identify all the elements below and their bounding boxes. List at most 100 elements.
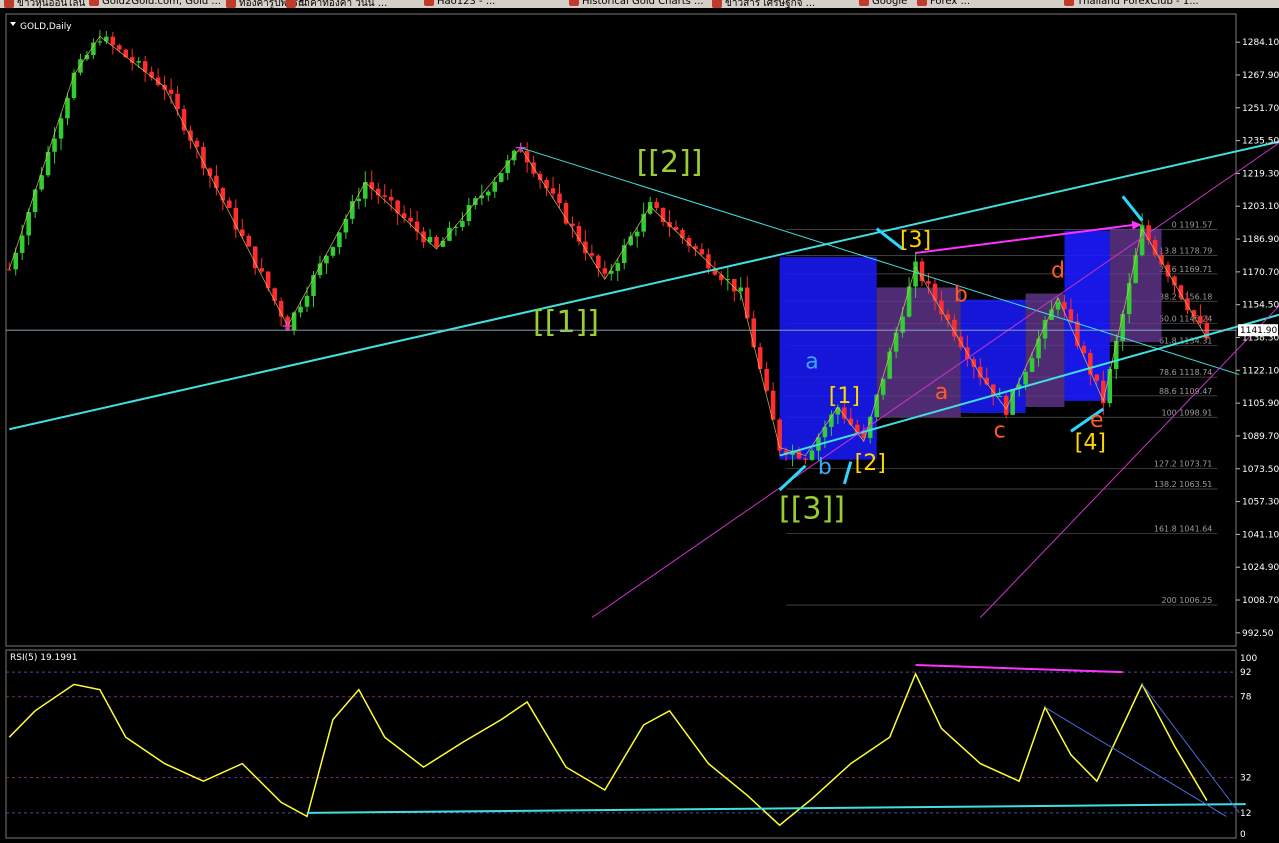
y-tick-label: 1154.50 [1242,301,1279,311]
y-tick-label: 1219.30 [1242,169,1279,179]
candle-body [906,286,912,317]
candle-body [246,235,252,247]
cyan-arrow-icon [1121,195,1144,222]
candle-body [460,221,465,227]
rsi-level-label: 12 [1240,809,1251,819]
y-tick-label: 1089.70 [1242,432,1279,442]
candle-body [58,118,64,139]
wave-label: [3] [900,228,931,253]
candle-body [719,274,724,280]
rsi-level-label: 0 [1240,830,1246,840]
candle-body [32,189,38,212]
wave-label: e [1090,408,1104,433]
candle-body [634,231,640,237]
candle-body [537,173,543,180]
candle-body [414,221,420,232]
candle-body [52,138,57,152]
wave-label: [[2]] [637,145,703,180]
fib-level-label: 161.8 1041.64 [1154,524,1213,533]
candle-body [233,207,239,230]
candle-body [602,268,608,274]
candle-body [1023,371,1028,385]
candle-body [252,246,258,269]
wave-label: [[1]] [533,305,599,340]
candle-body [764,368,769,391]
candle-body [1055,302,1061,310]
candle-body [220,188,226,201]
rsi-divergence-arrow [915,664,1123,674]
candle-body [272,288,277,301]
wave-label: b [954,283,968,308]
y-tick-label: 1073.50 [1242,465,1279,475]
price-chart[interactable]: 0 1191.5713.8 1178.7923.6 1169.7138.2 11… [0,0,1279,843]
candle-body [175,93,180,110]
candle-body [136,61,141,63]
fib-level-label: 200 1006.25 [1161,596,1212,605]
y-tick-label: 1284.10 [1242,38,1279,48]
cyan-arrow-icon [875,227,904,251]
candle-body [45,151,51,176]
chart-title: GOLD,Daily [20,22,72,32]
wave-label: b [818,455,832,480]
candle-body [1094,374,1100,381]
candle-body [1107,369,1113,404]
fib-level-label: 78.6 1118.74 [1159,368,1212,377]
wave-label: a [935,380,948,405]
y-tick-label: 1235.50 [1242,137,1279,147]
fib-level-label: 50.0 1145.24 [1159,314,1212,323]
candle-body [505,160,510,174]
candle-body [259,268,264,272]
wave-label: a [805,349,818,374]
candle-body [1133,255,1138,284]
candle-body [932,283,938,301]
wave-label: c [994,418,1006,443]
candle-body [123,49,129,58]
candle-body [466,205,472,222]
wave-zone-box [779,257,877,460]
candle-body [809,450,815,460]
candle-body [699,249,705,255]
candle-body [291,312,297,331]
rsi-trendline [1044,706,1227,817]
candle-body [803,458,808,460]
candle-body [486,191,491,196]
candle-body [855,424,860,433]
candle-body [544,179,549,189]
candle-body [110,36,116,46]
candle-body [913,261,918,287]
wave-label: d [1051,258,1065,283]
candle-body [550,188,556,194]
candle-body [117,45,122,50]
candle-body [71,72,77,98]
candle-body [298,306,303,313]
candle-body [557,193,562,204]
rsi-level-label: 78 [1240,693,1252,703]
candle-body [1029,358,1035,372]
wave-zone-box [1025,293,1065,407]
fib-level-label: 127.2 1073.71 [1154,459,1213,468]
rsi-trendline [307,803,1246,814]
fib-level-label: 88.6 1109.47 [1159,387,1212,396]
candle-body [188,130,193,141]
candle-body [1159,254,1164,265]
rsi-level-label: 100 [1240,654,1257,664]
candle-body [589,253,595,256]
rsi-trendline [1141,684,1240,814]
candle-body [738,287,744,292]
chart-menu-icon [10,22,16,26]
rsi-level-label: 92 [1240,668,1251,678]
fib-level-label: 138.2 1063.51 [1154,480,1213,489]
candle-body [1068,309,1074,322]
y-tick-label: 992.50 [1242,629,1274,639]
candle-body [1010,389,1015,415]
candle-body [926,281,931,284]
candle-body [492,181,498,192]
wave-label: [4] [1075,431,1106,456]
y-tick-label: 1105.90 [1242,399,1279,409]
candle-body [615,263,621,271]
candle-body [168,89,174,94]
y-tick-label: 1186.90 [1242,235,1279,245]
fib-level-label: 100 1098.91 [1161,408,1212,417]
cyan-arrow-icon [778,464,807,492]
candle-body [330,247,336,256]
